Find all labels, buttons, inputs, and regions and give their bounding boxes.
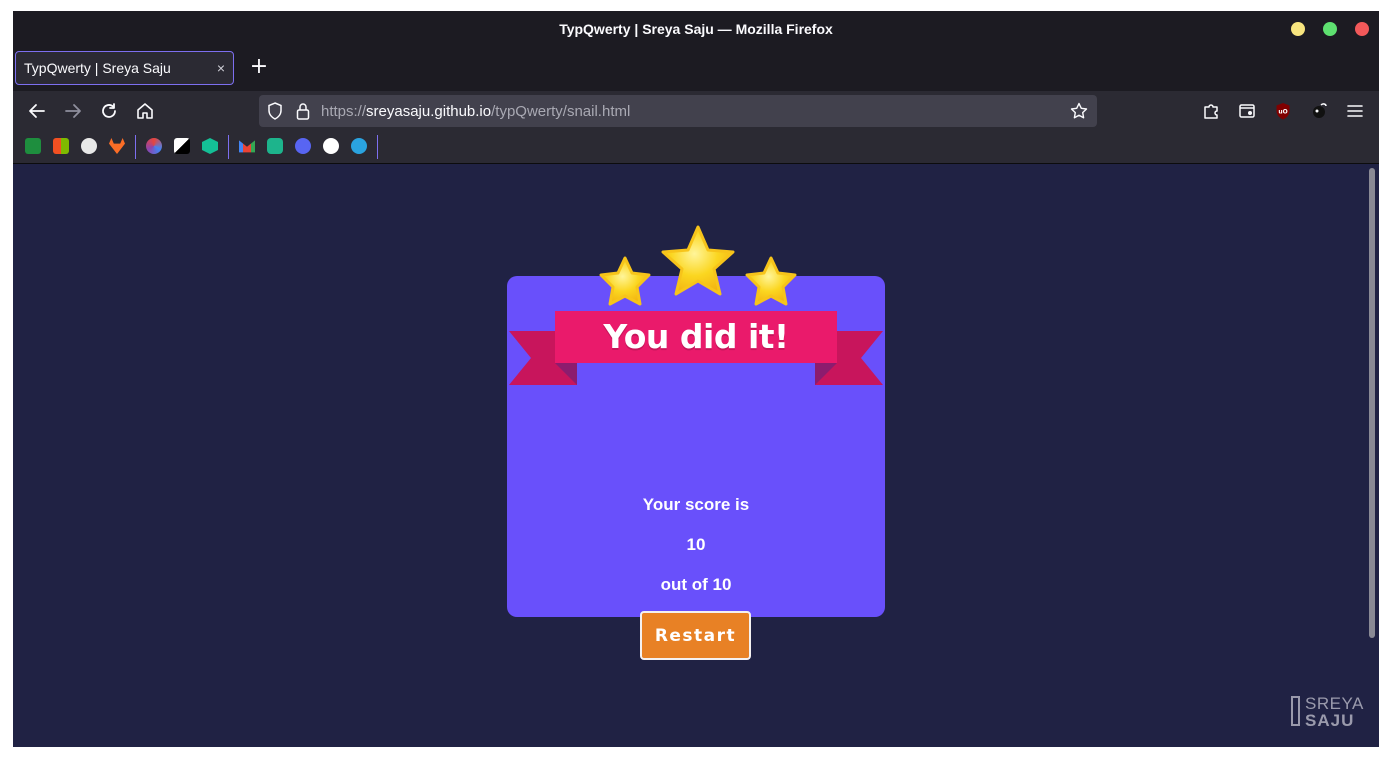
- bookmark-separator: [135, 135, 136, 159]
- bookmark-separator: [377, 135, 378, 159]
- bookmarks-toolbar: [13, 131, 1379, 164]
- discord-icon[interactable]: [295, 138, 311, 154]
- new-tab-button[interactable]: +: [247, 56, 271, 80]
- star-right-icon: [745, 256, 797, 306]
- logo-line-2: SAJU: [1305, 711, 1355, 730]
- page-content: You did it! Your score is 10 out of 10 R…: [13, 164, 1379, 747]
- screenshot-icon: [1239, 104, 1255, 118]
- score-total: out of 10: [660, 575, 732, 594]
- sreya-saju-logo: SREYA SAJU: [1289, 694, 1369, 730]
- close-window-button[interactable]: [1355, 22, 1369, 36]
- url-host: sreyasaju.github.io: [366, 103, 492, 120]
- puzzle-icon: [1204, 104, 1218, 119]
- microsoft-icon[interactable]: [53, 138, 69, 154]
- url-scheme: https://: [321, 103, 367, 120]
- ublock-button[interactable]: uO: [1271, 99, 1295, 123]
- tab-close-icon[interactable]: ×: [209, 60, 233, 76]
- star-left-icon: [599, 256, 651, 306]
- score-label: Your score is: [642, 495, 750, 514]
- khan-academy-icon[interactable]: [202, 138, 218, 154]
- star-center-icon: [661, 225, 735, 296]
- notion-icon[interactable]: [174, 138, 190, 154]
- classroom-icon[interactable]: [25, 138, 41, 154]
- hamburger-menu-icon: [1347, 105, 1363, 117]
- gitlab-icon[interactable]: [109, 138, 125, 154]
- forward-arrow-icon: [65, 104, 81, 118]
- back-button[interactable]: [25, 99, 49, 123]
- forward-button[interactable]: [61, 99, 85, 123]
- svg-text:uO: uO: [1278, 109, 1287, 116]
- profile-extension-button[interactable]: [1307, 99, 1331, 123]
- back-arrow-icon: [29, 104, 45, 118]
- sync-icon[interactable]: [267, 138, 283, 154]
- maximize-button[interactable]: [1323, 22, 1337, 36]
- tracking-protection-icon[interactable]: [265, 101, 285, 121]
- score-value: 10: [686, 535, 706, 554]
- tab-strip: TypQwerty | Sreya Saju × +: [13, 47, 1379, 91]
- reload-button[interactable]: [97, 99, 121, 123]
- bookmark-star-icon[interactable]: [1069, 101, 1089, 121]
- bookmark-separator: [228, 135, 229, 159]
- edge-icon[interactable]: [146, 138, 162, 154]
- github-icon[interactable]: [81, 138, 97, 154]
- ublock-origin-icon: uO: [1276, 103, 1290, 120]
- restart-button[interactable]: Restart: [640, 611, 751, 660]
- home-icon: [137, 103, 153, 119]
- lock-icon[interactable]: [293, 101, 313, 121]
- browser-window: TypQwerty | Sreya Saju — Mozilla Firefox…: [13, 11, 1379, 747]
- telegram-icon[interactable]: [351, 138, 367, 154]
- scrollbar[interactable]: [1369, 168, 1375, 638]
- home-button[interactable]: [133, 99, 157, 123]
- stars-group: [599, 225, 797, 306]
- reader-edit-button[interactable]: [1235, 99, 1259, 123]
- url-text[interactable]: https://sreyasaju.github.io/typQwerty/sn…: [321, 103, 630, 120]
- nav-toolbar: https://sreyasaju.github.io/typQwerty/sn…: [13, 91, 1379, 131]
- dark-reader-icon: [1313, 103, 1327, 118]
- gmail-icon[interactable]: [239, 140, 255, 153]
- tab-active[interactable]: TypQwerty | Sreya Saju ×: [15, 51, 234, 85]
- reload-icon: [102, 103, 116, 118]
- extensions-button[interactable]: [1199, 99, 1223, 123]
- tab-title: TypQwerty | Sreya Saju: [24, 60, 171, 76]
- logo-mark: [1291, 696, 1300, 726]
- minimize-button[interactable]: [1291, 22, 1305, 36]
- window-title: TypQwerty | Sreya Saju — Mozilla Firefox: [559, 21, 833, 37]
- url-bar[interactable]: https://sreyasaju.github.io/typQwerty/sn…: [259, 95, 1097, 127]
- title-bar: TypQwerty | Sreya Saju — Mozilla Firefox: [13, 11, 1379, 47]
- menu-button[interactable]: [1343, 99, 1367, 123]
- url-path: /typQwerty/snail.html: [491, 103, 631, 120]
- whatsapp-icon[interactable]: [323, 138, 339, 154]
